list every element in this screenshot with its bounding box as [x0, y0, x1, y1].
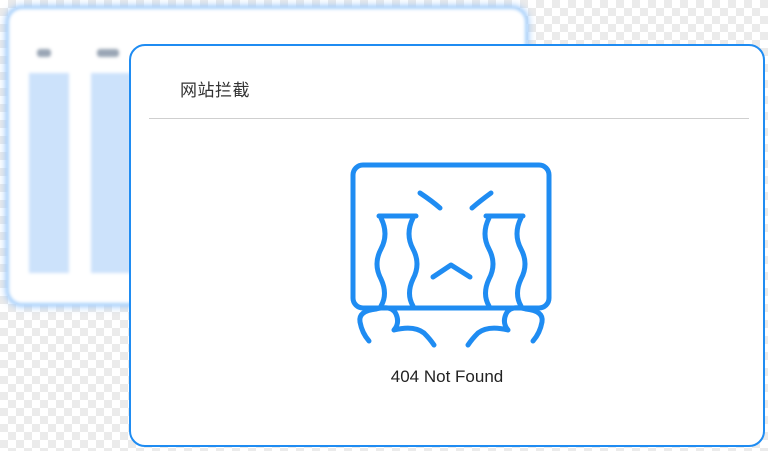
site-block-dialog: 网站拦截 404 Not Found [129, 44, 765, 447]
background-header-marker [37, 49, 51, 57]
crying-face-icon [350, 162, 552, 348]
background-column [91, 73, 131, 273]
background-header-marker [97, 49, 119, 57]
background-column [29, 73, 69, 273]
title-divider [149, 118, 749, 119]
dialog-title: 网站拦截 [180, 81, 250, 101]
error-message: 404 Not Found [390, 367, 504, 386]
